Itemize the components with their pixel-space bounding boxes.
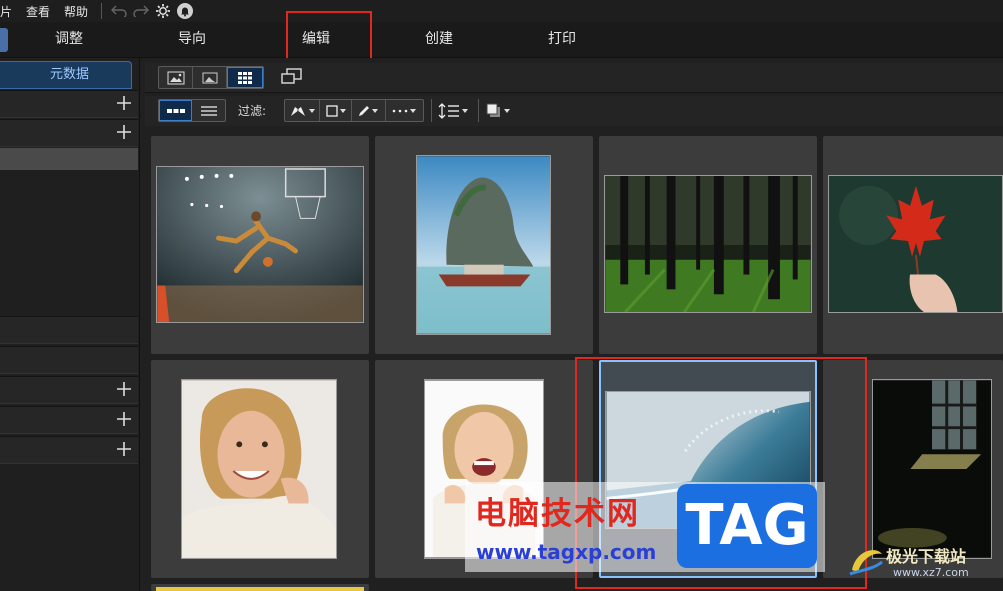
stack-icon[interactable]	[486, 101, 514, 121]
thumbnail-cell[interactable]	[151, 136, 369, 354]
menu-help[interactable]: 帮助	[57, 3, 95, 20]
thumbnail-cell[interactable]	[151, 360, 369, 578]
grid-view-icon[interactable]	[227, 67, 263, 88]
notification-bell-icon[interactable]	[174, 0, 196, 22]
panel-section-2[interactable]	[0, 119, 138, 147]
tab-create[interactable]: 创建	[425, 22, 453, 58]
panel-section-3[interactable]	[0, 316, 138, 344]
thumbnail-image-rock-island	[416, 155, 551, 335]
filter-toolbar	[145, 96, 1003, 126]
toolbar-divider	[431, 99, 432, 122]
tab-edit[interactable]: 编辑	[302, 22, 330, 58]
thumbnail-cell[interactable]	[375, 136, 593, 354]
thumbnail-layout-icon[interactable]	[159, 100, 193, 121]
redo-icon[interactable]	[130, 0, 152, 22]
thumbnail-image-smiling-woman	[181, 379, 337, 559]
watermark-tag-badge: TAG	[677, 484, 817, 568]
thumbnail-cell[interactable]	[599, 136, 817, 354]
tab-manage-active[interactable]	[0, 28, 8, 52]
second-display-icon[interactable]	[281, 68, 303, 86]
metadata-tab[interactable]: 元数据	[0, 61, 132, 89]
thumbnail-cell[interactable]	[151, 584, 369, 591]
compare-view-icon[interactable]	[193, 67, 227, 88]
thumbnail-image-maple-leaf	[828, 175, 1003, 313]
add-icon[interactable]	[115, 123, 133, 141]
thumbnail-cell[interactable]	[823, 136, 1003, 354]
tab-adjust[interactable]: 调整	[55, 22, 83, 58]
view-mode-group	[158, 66, 264, 89]
panel-section-7[interactable]	[0, 436, 138, 464]
layout-toggle-group	[158, 99, 226, 122]
photo-editor-window: 照片 查看 帮助 调整 导向 编辑 创建 打印 元数据	[0, 0, 1003, 591]
add-icon[interactable]	[115, 380, 133, 398]
undo-icon[interactable]	[108, 0, 130, 22]
more-filter-icon[interactable]	[386, 100, 423, 121]
menu-divider	[101, 3, 103, 19]
watermark-url: www.tagxp.com	[476, 540, 657, 564]
settings-gear-icon[interactable]	[152, 0, 174, 22]
panel-section-4[interactable]	[0, 346, 138, 374]
panel-section-1[interactable]	[0, 90, 138, 118]
filter-label: 过滤:	[238, 104, 267, 118]
label-filter-icon[interactable]	[320, 100, 353, 121]
thumbnail-image-partial	[156, 587, 364, 591]
add-icon[interactable]	[115, 440, 133, 458]
flag-filter-icon[interactable]	[285, 100, 321, 121]
sort-icon[interactable]	[438, 101, 472, 121]
watermark-corner-name: 极光下载站	[886, 547, 967, 566]
thumbnail-image-basketball	[156, 166, 364, 323]
watermark-corner-url: www.xz7.com	[893, 566, 969, 579]
watermark-corner-logo-icon	[849, 550, 883, 576]
panel-section-6[interactable]	[0, 406, 138, 434]
mode-tab-bar: 调整 导向 编辑 创建 打印	[0, 22, 1003, 58]
tab-print[interactable]: 打印	[548, 22, 576, 58]
edit-filter-icon[interactable]	[352, 100, 386, 121]
menu-photo[interactable]: 照片	[0, 3, 19, 20]
panel-section-5[interactable]	[0, 376, 138, 404]
menu-bar: 照片 查看 帮助	[0, 0, 1003, 22]
single-view-icon[interactable]	[159, 67, 193, 88]
thumbnail-image-forest	[604, 175, 812, 313]
filter-group	[284, 99, 424, 122]
tab-guide[interactable]: 导向	[178, 22, 206, 58]
add-icon[interactable]	[115, 94, 133, 112]
add-icon[interactable]	[115, 410, 133, 428]
list-layout-icon[interactable]	[192, 100, 225, 121]
panel-selected-row[interactable]	[0, 148, 138, 170]
toolbar-divider	[478, 99, 479, 122]
watermark-site-name: 电脑技术网	[475, 496, 640, 532]
menu-view[interactable]: 查看	[19, 3, 57, 20]
left-panel: 元数据	[0, 58, 140, 591]
thumbnail-image-window-light	[872, 379, 992, 559]
view-toolbar	[145, 63, 1003, 93]
